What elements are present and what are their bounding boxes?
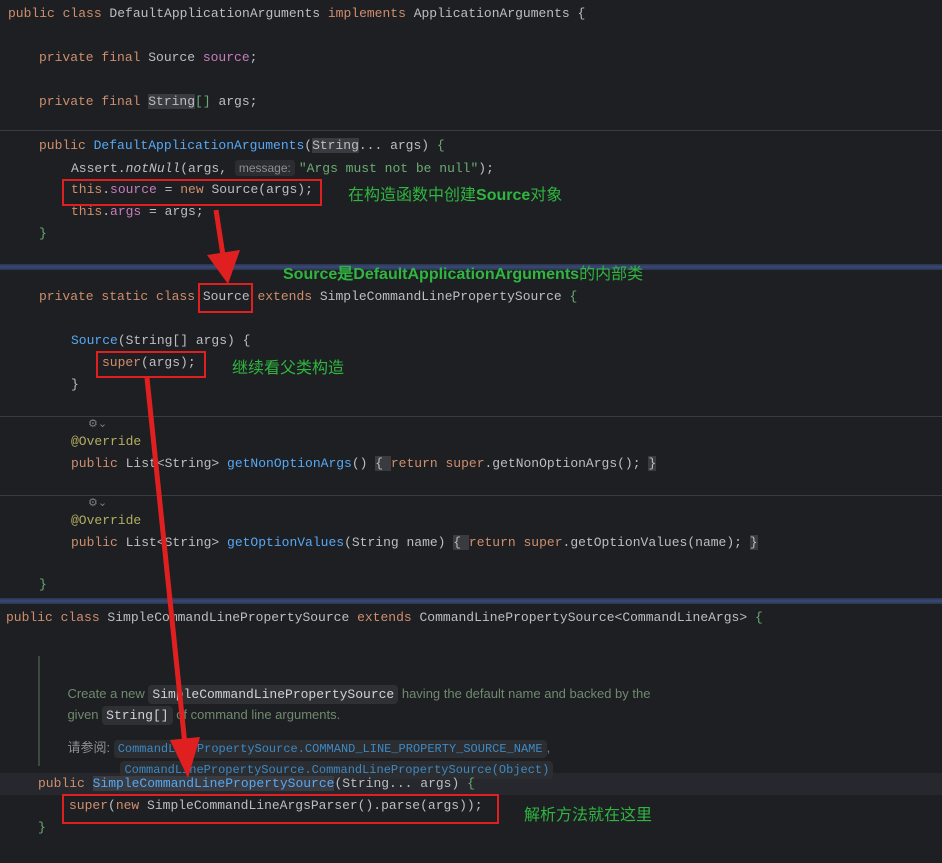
note-text-bold: DefaultApplicationArguments [353,266,580,283]
note-text: 在构造函数中创建 [348,185,477,204]
annotation-arrows [144,209,240,778]
note-text-bold: Source [283,266,338,283]
note-parse-method: 解析方法就在这里 [524,805,653,824]
arrow-head [170,737,200,778]
note-text-bold: 是 [337,266,354,283]
note-text: 对象 [530,185,563,204]
note-text-bold: Source [476,187,531,204]
note-inner-class: Source是DefaultApplicationArguments的内部类 [283,260,643,284]
note-create-source: 在构造函数中创建Source对象 [348,181,562,205]
note-text: 的内部类 [579,264,644,283]
arrow-head [207,250,240,284]
arrow-line [144,377,188,746]
note-parent-constructor: 继续看父类构造 [232,358,345,377]
